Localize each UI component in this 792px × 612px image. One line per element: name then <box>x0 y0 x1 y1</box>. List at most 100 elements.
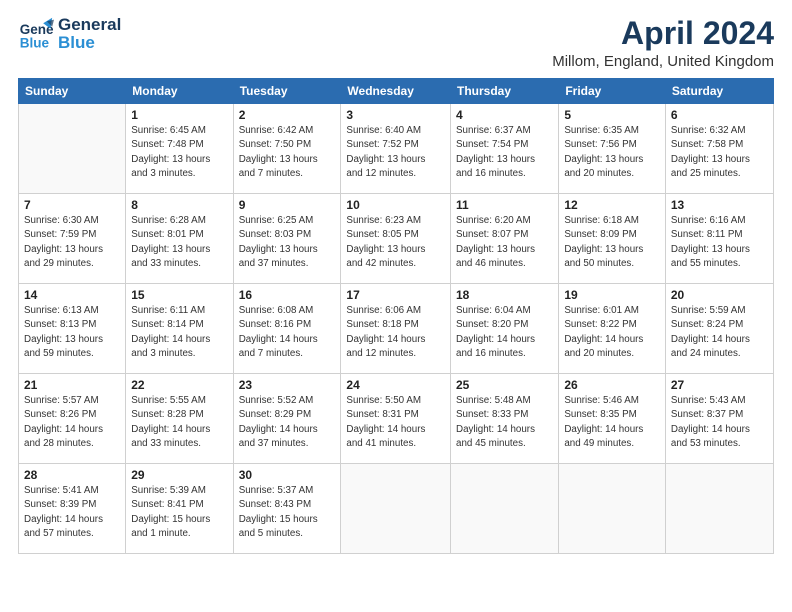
table-row: 24 Sunrise: 5:50 AM Sunset: 8:31 PM Dayli… <box>341 374 451 464</box>
logo-icon: General Blue <box>18 16 54 52</box>
day-info: Sunrise: 5:48 AM Sunset: 8:33 PM Dayligh… <box>456 394 553 451</box>
col-thursday: Thursday <box>451 79 559 104</box>
title-section: April 2024 Millom, England, United Kingd… <box>552 16 774 70</box>
table-row: 2Sunrise: 6:42 AM Sunset: 7:50 PM Daylig… <box>233 104 341 194</box>
day-info: Sunrise: 6:42 AM Sunset: 7:50 PM Dayligh… <box>239 124 336 181</box>
logo: General Blue General Blue <box>18 16 121 52</box>
day-number: 30 <box>239 468 336 482</box>
day-number: 4 <box>456 108 553 122</box>
col-friday: Friday <box>559 79 666 104</box>
day-info: Sunrise: 6:20 AM Sunset: 8:07 PM Dayligh… <box>456 214 553 271</box>
col-tuesday: Tuesday <box>233 79 341 104</box>
table-row: 29Sunrise: 5:39 AM Sunset: 8:41 PM Dayli… <box>126 464 233 554</box>
day-info: Sunrise: 6:23 AM Sunset: 8:05 PM Dayligh… <box>346 214 445 271</box>
month-title: April 2024 <box>552 16 774 51</box>
day-info: Sunrise: 6:30 AM Sunset: 7:59 PM Dayligh… <box>24 214 120 271</box>
day-number: 22 <box>131 378 227 392</box>
day-info: Sunrise: 6:04 AM Sunset: 8:20 PM Dayligh… <box>456 304 553 361</box>
day-number: 28 <box>24 468 120 482</box>
table-row <box>559 464 666 554</box>
table-row: 13 Sunrise: 6:16 AM Sunset: 8:11 PM Dayli… <box>665 194 773 284</box>
col-sunday: Sunday <box>19 79 126 104</box>
table-row: 20 Sunrise: 5:59 AM Sunset: 8:24 PM Dayli… <box>665 284 773 374</box>
day-info: Sunrise: 6:40 AM Sunset: 7:52 PM Dayligh… <box>346 124 445 181</box>
day-number: 1 <box>131 108 227 122</box>
day-number: 14 <box>24 288 120 302</box>
table-row: 19Sunrise: 6:01 AM Sunset: 8:22 PM Dayli… <box>559 284 666 374</box>
table-row: 23 Sunrise: 5:52 AM Sunset: 8:29 PM Dayli… <box>233 374 341 464</box>
table-row: 5Sunrise: 6:35 AM Sunset: 7:56 PM Daylig… <box>559 104 666 194</box>
table-row: 12Sunrise: 6:18 AM Sunset: 8:09 PM Dayli… <box>559 194 666 284</box>
table-row: 27 Sunrise: 5:43 AM Sunset: 8:37 PM Dayli… <box>665 374 773 464</box>
day-number: 10 <box>346 198 445 212</box>
calendar-table: Sunday Monday Tuesday Wednesday Thursday… <box>18 78 774 554</box>
day-info: Sunrise: 6:11 AM Sunset: 8:14 PM Dayligh… <box>131 304 227 361</box>
day-info: Sunrise: 5:50 AM Sunset: 8:31 PM Dayligh… <box>346 394 445 451</box>
table-row <box>451 464 559 554</box>
table-row: 17 Sunrise: 6:06 AM Sunset: 8:18 PM Dayli… <box>341 284 451 374</box>
day-info: Sunrise: 5:39 AM Sunset: 8:41 PM Dayligh… <box>131 484 227 541</box>
day-info: Sunrise: 6:25 AM Sunset: 8:03 PM Dayligh… <box>239 214 336 271</box>
day-number: 11 <box>456 198 553 212</box>
day-info: Sunrise: 6:18 AM Sunset: 8:09 PM Dayligh… <box>564 214 660 271</box>
day-number: 13 <box>671 198 768 212</box>
calendar-week-row: 14 Sunrise: 6:13 AM Sunset: 8:13 PM Dayli… <box>19 284 774 374</box>
table-row: 6 Sunrise: 6:32 AM Sunset: 7:58 PM Daylig… <box>665 104 773 194</box>
day-info: Sunrise: 5:52 AM Sunset: 8:29 PM Dayligh… <box>239 394 336 451</box>
day-number: 23 <box>239 378 336 392</box>
table-row: 8Sunrise: 6:28 AM Sunset: 8:01 PM Daylig… <box>126 194 233 284</box>
table-row: 30Sunrise: 5:37 AM Sunset: 8:43 PM Dayli… <box>233 464 341 554</box>
table-row: 10 Sunrise: 6:23 AM Sunset: 8:05 PM Dayli… <box>341 194 451 284</box>
table-row: 21Sunrise: 5:57 AM Sunset: 8:26 PM Dayli… <box>19 374 126 464</box>
table-row: 16Sunrise: 6:08 AM Sunset: 8:16 PM Dayli… <box>233 284 341 374</box>
table-row <box>665 464 773 554</box>
day-number: 25 <box>456 378 553 392</box>
calendar-header-row: Sunday Monday Tuesday Wednesday Thursday… <box>19 79 774 104</box>
calendar-week-row: 28 Sunrise: 5:41 AM Sunset: 8:39 PM Dayli… <box>19 464 774 554</box>
table-row: 28 Sunrise: 5:41 AM Sunset: 8:39 PM Dayli… <box>19 464 126 554</box>
day-number: 26 <box>564 378 660 392</box>
day-info: Sunrise: 5:43 AM Sunset: 8:37 PM Dayligh… <box>671 394 768 451</box>
day-info: Sunrise: 6:08 AM Sunset: 8:16 PM Dayligh… <box>239 304 336 361</box>
table-row: 3 Sunrise: 6:40 AM Sunset: 7:52 PM Daylig… <box>341 104 451 194</box>
day-info: Sunrise: 5:59 AM Sunset: 8:24 PM Dayligh… <box>671 304 768 361</box>
calendar-week-row: 1Sunrise: 6:45 AM Sunset: 7:48 PM Daylig… <box>19 104 774 194</box>
table-row: 25 Sunrise: 5:48 AM Sunset: 8:33 PM Dayli… <box>451 374 559 464</box>
day-number: 7 <box>24 198 120 212</box>
day-number: 3 <box>346 108 445 122</box>
table-row: 22Sunrise: 5:55 AM Sunset: 8:28 PM Dayli… <box>126 374 233 464</box>
table-row: 1Sunrise: 6:45 AM Sunset: 7:48 PM Daylig… <box>126 104 233 194</box>
day-info: Sunrise: 5:46 AM Sunset: 8:35 PM Dayligh… <box>564 394 660 451</box>
day-info: Sunrise: 6:01 AM Sunset: 8:22 PM Dayligh… <box>564 304 660 361</box>
day-number: 20 <box>671 288 768 302</box>
day-number: 17 <box>346 288 445 302</box>
day-number: 18 <box>456 288 553 302</box>
day-info: Sunrise: 6:32 AM Sunset: 7:58 PM Dayligh… <box>671 124 768 181</box>
day-info: Sunrise: 6:37 AM Sunset: 7:54 PM Dayligh… <box>456 124 553 181</box>
day-number: 15 <box>131 288 227 302</box>
day-number: 9 <box>239 198 336 212</box>
day-number: 6 <box>671 108 768 122</box>
day-info: Sunrise: 5:41 AM Sunset: 8:39 PM Dayligh… <box>24 484 120 541</box>
table-row <box>19 104 126 194</box>
day-number: 21 <box>24 378 120 392</box>
day-info: Sunrise: 6:16 AM Sunset: 8:11 PM Dayligh… <box>671 214 768 271</box>
day-number: 8 <box>131 198 227 212</box>
col-wednesday: Wednesday <box>341 79 451 104</box>
table-row: 9 Sunrise: 6:25 AM Sunset: 8:03 PM Daylig… <box>233 194 341 284</box>
day-info: Sunrise: 6:06 AM Sunset: 8:18 PM Dayligh… <box>346 304 445 361</box>
table-row: 15 Sunrise: 6:11 AM Sunset: 8:14 PM Dayli… <box>126 284 233 374</box>
day-info: Sunrise: 6:13 AM Sunset: 8:13 PM Dayligh… <box>24 304 120 361</box>
col-monday: Monday <box>126 79 233 104</box>
table-row: 14 Sunrise: 6:13 AM Sunset: 8:13 PM Dayli… <box>19 284 126 374</box>
day-number: 27 <box>671 378 768 392</box>
table-row: 18 Sunrise: 6:04 AM Sunset: 8:20 PM Dayli… <box>451 284 559 374</box>
logo-line2: Blue <box>58 34 121 52</box>
day-number: 24 <box>346 378 445 392</box>
calendar-week-row: 21Sunrise: 5:57 AM Sunset: 8:26 PM Dayli… <box>19 374 774 464</box>
svg-text:Blue: Blue <box>20 36 50 51</box>
table-row: 26 Sunrise: 5:46 AM Sunset: 8:35 PM Dayli… <box>559 374 666 464</box>
table-row: 11 Sunrise: 6:20 AM Sunset: 8:07 PM Dayli… <box>451 194 559 284</box>
calendar-week-row: 7 Sunrise: 6:30 AM Sunset: 7:59 PM Daylig… <box>19 194 774 284</box>
day-number: 5 <box>564 108 660 122</box>
